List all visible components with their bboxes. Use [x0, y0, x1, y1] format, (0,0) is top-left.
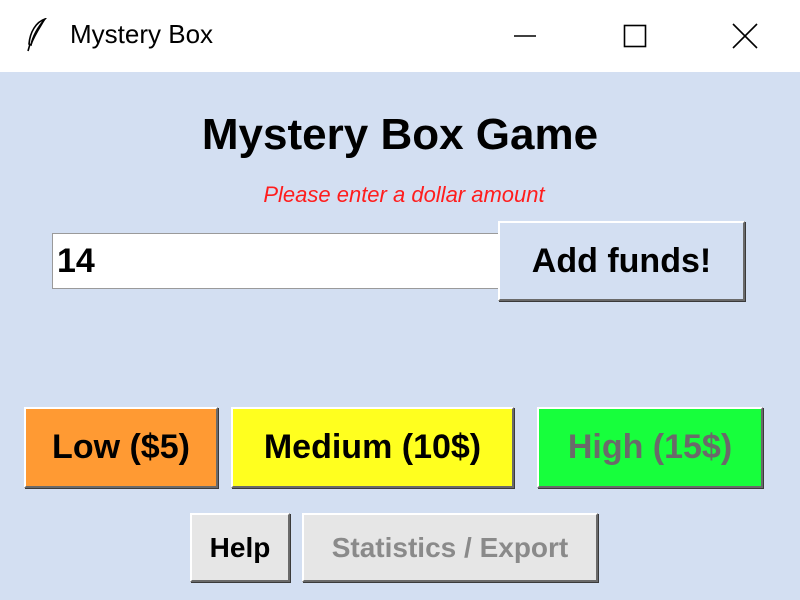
- add-funds-button[interactable]: Add funds!: [498, 221, 745, 301]
- feather-icon: [26, 17, 48, 52]
- game-panel: Mystery Box Game Please enter a dollar a…: [0, 72, 800, 600]
- help-button[interactable]: Help: [190, 513, 290, 582]
- maximize-icon: [623, 24, 647, 48]
- maximize-button[interactable]: [580, 0, 690, 72]
- amount-input[interactable]: [52, 233, 498, 289]
- window-title: Mystery Box: [70, 19, 214, 49]
- statistics-export-button[interactable]: Statistics / Export: [302, 513, 598, 582]
- error-message: Please enter a dollar amount: [263, 182, 545, 207]
- high-box-button[interactable]: High (15$): [537, 407, 763, 488]
- minimize-icon: [514, 35, 536, 37]
- medium-box-button[interactable]: Medium (10$): [231, 407, 514, 488]
- page-title: Mystery Box Game: [201, 110, 599, 159]
- close-icon: [732, 23, 758, 49]
- low-box-button[interactable]: Low ($5): [24, 407, 218, 488]
- close-button[interactable]: [690, 0, 800, 72]
- title-bar[interactable]: Mystery Box: [0, 0, 800, 72]
- minimize-button[interactable]: [470, 0, 580, 72]
